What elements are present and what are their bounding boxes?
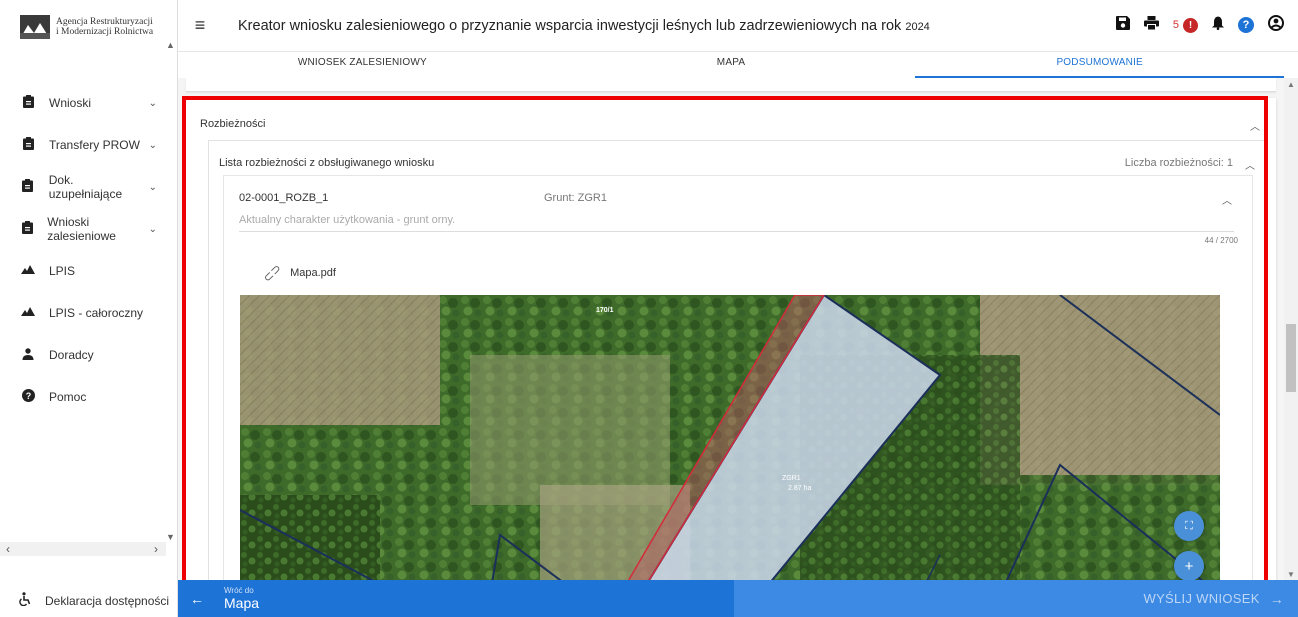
sidebar-scroll-up-icon[interactable]: ▲ <box>166 40 175 50</box>
discrepancy-id: 02-0001_ROZB_1 <box>239 192 329 204</box>
accessibility-declaration-link[interactable]: Deklaracja dostępności <box>0 584 178 617</box>
character-counter: 44 / 2700 <box>1204 236 1238 245</box>
arrow-left-icon: ← <box>190 590 204 607</box>
discrepancies-panel: Rozbieżności ︿ Lista rozbieżności z obsł… <box>186 98 1276 581</box>
tab-podsumowanie[interactable]: PODSUMOWANIE <box>915 52 1285 78</box>
main-scrollbar[interactable]: ▲ ▼ <box>1284 78 1298 581</box>
clipboard-icon <box>20 137 36 153</box>
tab-wniosek-zalesieniowy[interactable]: WNIOSEK ZALESIENIOWY <box>178 52 547 78</box>
scrollbar-thumb[interactable] <box>1286 324 1296 392</box>
clipboard-icon <box>20 95 36 111</box>
zoom-in-icon[interactable]: + <box>1174 551 1204 581</box>
accessibility-declaration-label: Deklaracja dostępności <box>45 593 170 608</box>
sidebar-item-label: Pomoc <box>49 390 87 404</box>
submit-label: WYŚLIJ WNIOSEK <box>1143 591 1260 606</box>
discrepancy-count: Liczba rozbieżności: 1 <box>1124 157 1233 169</box>
sidebar-item-label: Doradcy <box>49 348 94 362</box>
sidebar-item-doradcy[interactable]: Doradcy <box>0 334 165 376</box>
back-caption: Wróć do <box>224 586 254 595</box>
user-account-icon[interactable] <box>1268 15 1284 35</box>
attachment-link[interactable]: ⊂⊃ Mapa.pdf <box>260 261 336 285</box>
help-icon[interactable]: ? <box>1238 17 1254 33</box>
discrepancy-description-field[interactable]: Aktualny charakter użytkowania - grunt o… <box>239 214 1234 232</box>
page-title: Kreator wniosku zalesieniowego o przyzna… <box>238 18 930 34</box>
person-icon <box>20 347 36 363</box>
discrepancy-list: Lista rozbieżności z obsługiwanego wnios… <box>208 140 1268 581</box>
chevron-down-icon: ⌄ <box>148 97 157 109</box>
header-toolbar: 5 ! ? <box>1115 15 1284 35</box>
svg-text:?: ? <box>25 391 31 401</box>
sidebar-item-label: LPIS - całoroczny <box>49 306 144 320</box>
paperclip-icon: ⊂⊃ <box>259 260 285 286</box>
sidebar-item-label: Wnioski <box>49 96 92 110</box>
tab-mapa[interactable]: MAPA <box>547 52 916 78</box>
sidebar-item-label: Wnioski zalesieniowe <box>47 215 116 243</box>
back-button[interactable]: ← Wróć do Mapa <box>178 580 734 617</box>
sidebar-item-wnioski-zalesieniowe[interactable]: Wnioski zalesieniowe ⌄ <box>0 208 165 250</box>
error-alert-icon[interactable]: ! <box>1183 17 1198 33</box>
logo-text: Agencja Restrukturyzacji i Modernizacji … <box>56 17 154 37</box>
sidebar-nav: Wnioski ⌄ Transfery PROW ⌄ Dok. uzupełni… <box>0 82 165 418</box>
tab-bar: WNIOSEK ZALESIENIOWY MAPA PODSUMOWANIE <box>178 52 1285 78</box>
plot-area-label: 2.87 ha <box>788 485 812 492</box>
scroll-left-icon[interactable]: ‹ <box>6 542 10 556</box>
print-icon[interactable] <box>1143 16 1159 34</box>
mountain-icon <box>20 265 36 277</box>
bottom-navigation-bar: ← Wróć do Mapa WYŚLIJ WNIOSEK → <box>178 580 1298 617</box>
sidebar-item-dok-uzupelniajace[interactable]: Dok. uzupełniające ⌄ <box>0 166 165 208</box>
plot-label: ZGR1 <box>782 475 801 482</box>
discrepancy-list-title: Lista rozbieżności z obsługiwanego wnios… <box>219 157 435 169</box>
sidebar-scroll-down-icon[interactable]: ▼ <box>166 532 175 542</box>
main-content: Rozbieżności ︿ Lista rozbieżności z obsł… <box>178 78 1284 581</box>
previous-section-card <box>186 78 1276 92</box>
arimr-logo[interactable]: Agencja Restrukturyzacji i Modernizacji … <box>0 0 177 46</box>
chevron-down-icon: ⌄ <box>148 223 157 235</box>
sidebar-item-transfery-prow[interactable]: Transfery PROW ⌄ <box>0 124 165 166</box>
sidebar-item-label: LPIS <box>49 264 76 278</box>
mountain-icon <box>20 307 36 319</box>
scroll-up-icon[interactable]: ▲ <box>1287 80 1295 89</box>
accessibility-icon <box>18 592 31 609</box>
fullscreen-icon[interactable]: ⛶ <box>1174 511 1204 541</box>
hamburger-menu-icon[interactable]: ≡ <box>178 15 222 36</box>
aerial-map-image <box>240 295 1220 581</box>
collapse-list-chevron-icon[interactable]: ︿ <box>1245 157 1255 172</box>
sidebar: Agencja Restrukturyzacji i Modernizacji … <box>0 0 178 617</box>
sidebar-item-label: Transfery PROW <box>49 138 140 152</box>
arrow-right-icon: → <box>1269 590 1284 607</box>
chevron-down-icon: ⌄ <box>148 139 157 151</box>
sidebar-item-lpis[interactable]: LPIS <box>0 250 165 292</box>
help-icon: ? <box>20 389 36 405</box>
clipboard-icon <box>20 179 36 195</box>
clipboard-icon <box>20 221 34 237</box>
sidebar-item-lpis-caloroczny[interactable]: LPIS - całoroczny <box>0 292 165 334</box>
logo-emblem-icon <box>20 15 50 39</box>
discrepancy-grunt: Grunt: ZGR1 <box>544 192 607 204</box>
sidebar-item-pomoc[interactable]: ? Pomoc <box>0 376 165 418</box>
collapse-item-chevron-icon[interactable]: ︿ <box>1222 192 1232 207</box>
sidebar-item-wnioski[interactable]: Wnioski ⌄ <box>0 82 165 124</box>
collapse-section-chevron-icon[interactable]: ︿ <box>1250 118 1260 133</box>
scroll-down-icon[interactable]: ▼ <box>1287 570 1295 579</box>
map-preview[interactable]: 170/1 ZGR1 2.87 ha ⛶ + <box>240 295 1220 581</box>
submit-application-button[interactable]: WYŚLIJ WNIOSEK → <box>734 580 1298 617</box>
sidebar-horizontal-scrollbar[interactable]: ‹ › <box>0 542 166 556</box>
save-icon[interactable] <box>1115 16 1130 34</box>
page-title-year: 2024 <box>905 20 930 33</box>
page-title-text: Kreator wniosku zalesieniowego o przyzna… <box>238 17 902 34</box>
attachment-filename: Mapa.pdf <box>290 267 336 279</box>
sidebar-item-label: Dok. uzupełniające <box>48 173 123 201</box>
error-count: 5 <box>1172 19 1179 31</box>
scroll-right-icon[interactable]: › <box>154 542 158 556</box>
bell-icon[interactable] <box>1212 16 1224 34</box>
back-target: Mapa <box>224 595 260 611</box>
parcel-number-label: 170/1 <box>596 307 614 314</box>
section-title: Rozbieżności <box>200 118 266 130</box>
top-header: ≡ Kreator wniosku zalesieniowego o przyz… <box>178 0 1298 52</box>
discrepancy-item: 02-0001_ROZB_1 Grunt: ZGR1 ︿ Aktualny ch… <box>223 175 1253 581</box>
chevron-down-icon: ⌄ <box>148 181 157 193</box>
